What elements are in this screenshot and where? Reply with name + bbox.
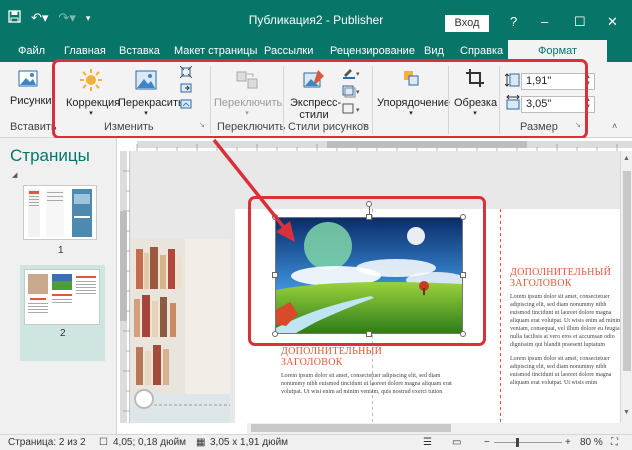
vertical-scrollbar[interactable]: ▲ ▼ xyxy=(620,151,632,423)
page-thumbnail-1[interactable] xyxy=(23,185,97,240)
side-body-text-1: Lorem ipsum dolor sit amet, consectetuer… xyxy=(510,294,620,348)
page-number-1: 1 xyxy=(58,245,64,256)
page-number-2: 2 xyxy=(60,328,66,339)
pages-panel-title: Страницы xyxy=(10,146,90,165)
tab-mailings[interactable]: Рассылки xyxy=(264,45,313,57)
main-body-text: Lorem ipsum dolor sit amet, consectetuer… xyxy=(281,373,452,395)
main-heading-line-1: ДОПОЛНИТЕЛЬНЫЙ xyxy=(281,346,383,357)
scroll-up-icon[interactable]: ▲ xyxy=(623,155,630,162)
horizontal-scrollbar[interactable] xyxy=(247,423,632,434)
scroll-down-icon[interactable]: ▼ xyxy=(623,409,630,416)
title-bar: ↶▾ ↷▾ ▾ Публикация2 - Publisher Вход ? –… xyxy=(0,0,632,40)
column-guide xyxy=(500,209,501,423)
login-button[interactable]: Вход xyxy=(445,15,489,32)
collapse-triangle-icon[interactable]: ◢ xyxy=(12,171,17,179)
two-page-view-icon[interactable]: ▭ xyxy=(452,437,461,448)
tab-page-layout[interactable]: Макет страницы xyxy=(174,45,257,57)
picture-icon xyxy=(10,68,46,93)
scroll-thumb[interactable] xyxy=(251,424,451,432)
maximize-button[interactable]: ☐ xyxy=(574,14,586,30)
minimize-button[interactable]: – xyxy=(541,14,548,29)
scroll-thumb[interactable] xyxy=(623,171,631,371)
bookshelf-image[interactable]: й xyxy=(130,239,230,423)
picture-highlight-frame xyxy=(248,196,486,346)
main-text-block[interactable]: ДОПОЛНИТЕЛЬНЫЙ ЗАГОЛОВОК Lorem ipsum dol… xyxy=(281,346,461,396)
tab-help[interactable]: Справка xyxy=(460,45,503,57)
left-page: й xyxy=(130,239,230,423)
tab-file[interactable]: Файл xyxy=(18,45,45,57)
size-icon: ▦ xyxy=(196,437,206,448)
zoom-out-icon[interactable]: − xyxy=(484,437,490,448)
ribbon-highlight-frame xyxy=(52,59,588,139)
window-title: Публикация2 - Publisher xyxy=(248,13,384,27)
zoom-in-icon[interactable]: + xyxy=(565,437,571,448)
side-heading-line-1: ДОПОЛНИТЕЛЬНЫЙ xyxy=(510,267,612,278)
normal-view-icon[interactable]: ☰ xyxy=(423,437,432,448)
horizontal-ruler[interactable] xyxy=(117,138,632,151)
pictures-button[interactable]: Рисунки xyxy=(10,68,52,107)
side-text-block[interactable]: ДОПОЛНИТЕЛЬНЫЙ ЗАГОЛОВОК Lorem ipsum dol… xyxy=(510,267,620,387)
tab-insert[interactable]: Вставка xyxy=(119,45,160,57)
main-heading-line-2: ЗАГОЛОВОК xyxy=(281,357,343,368)
pages-panel: Страницы ◢ 1 2 xyxy=(0,138,117,434)
status-bar: Страница: 2 из 2 ☐ 4,05; 0,18 дюйм ▦ 3,0… xyxy=(0,434,632,450)
help-button[interactable]: ? xyxy=(510,14,517,29)
insert-group-label: Вставить xyxy=(10,121,57,133)
zoom-slider-thumb[interactable] xyxy=(516,438,519,447)
side-body-text-2: Lorem ipsum dolor sit amet, consectetuer… xyxy=(510,356,612,386)
zoom-level[interactable]: 80 % xyxy=(580,437,603,448)
tab-view[interactable]: Вид xyxy=(424,45,444,57)
position-icon: ☐ xyxy=(99,437,108,448)
side-heading-line-2: ЗАГОЛОВОК xyxy=(510,278,572,289)
close-button[interactable]: ✕ xyxy=(607,14,618,30)
tab-home[interactable]: Главная xyxy=(64,45,106,57)
page-thumbnail-2[interactable] xyxy=(24,269,100,325)
vertical-ruler[interactable] xyxy=(117,151,130,423)
document-workspace[interactable]: й ДОПОЛНИТЕЛЬНЫЙ ЗАГОЛОВОК Lorem ipsum d… xyxy=(130,151,620,423)
fit-page-icon[interactable]: ⛶ xyxy=(611,437,618,448)
tab-review[interactable]: Рецензирование xyxy=(330,45,415,57)
zoom-slider[interactable] xyxy=(494,442,562,443)
page-status[interactable]: Страница: 2 из 2 xyxy=(8,437,86,448)
pictures-label: Рисунки xyxy=(10,95,52,107)
size-status: 3,05 x 1,91 дюйм xyxy=(210,437,289,448)
collapse-ribbon-icon[interactable]: ˄ xyxy=(612,121,617,131)
position-status: 4,05; 0,18 дюйм xyxy=(113,437,187,448)
